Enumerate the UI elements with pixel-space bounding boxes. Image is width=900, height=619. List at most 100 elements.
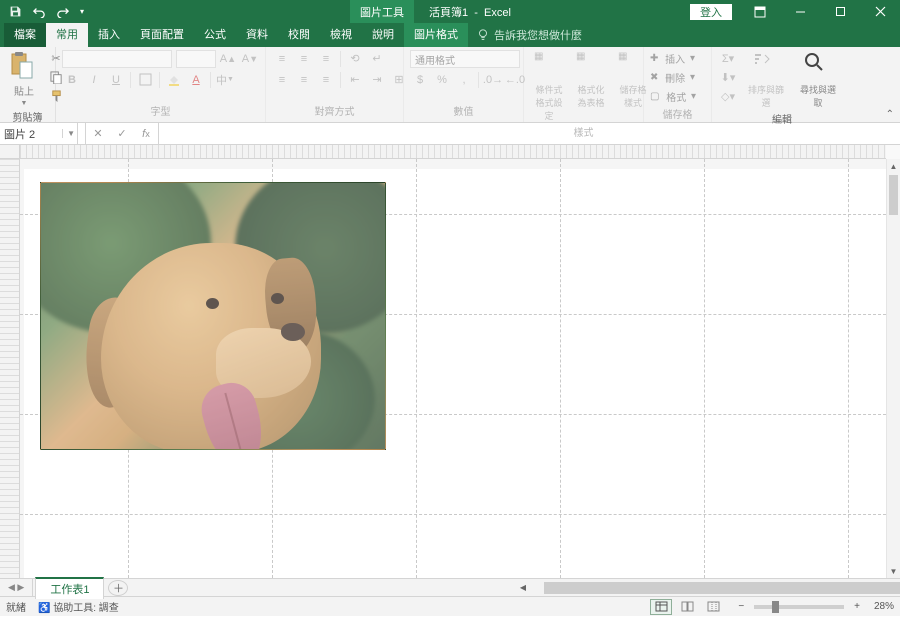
- insert-cells-button[interactable]: 插入: [665, 51, 685, 66]
- tell-me-label: 告訴我您想做什麼: [494, 27, 582, 43]
- align-center-button[interactable]: ≡: [294, 71, 314, 89]
- align-left-button[interactable]: ≡: [272, 71, 292, 89]
- zoom-slider[interactable]: [754, 605, 844, 609]
- cell-styles-button[interactable]: ▦儲存格樣式: [614, 49, 652, 111]
- new-sheet-button[interactable]: ＋: [108, 580, 128, 596]
- delete-cells-button[interactable]: 刪除: [665, 70, 685, 85]
- format-cells-button[interactable]: 格式: [666, 89, 686, 104]
- normal-view-button[interactable]: [650, 599, 672, 615]
- format-as-table-button[interactable]: ▦格式化為表格: [572, 49, 610, 111]
- cut-button[interactable]: ✂: [46, 49, 66, 67]
- wrap-text-button[interactable]: ↵: [367, 50, 387, 68]
- align-right-button[interactable]: ≡: [316, 71, 336, 89]
- decrease-indent-button[interactable]: ⇤: [345, 71, 365, 89]
- zoom-slider-handle[interactable]: [772, 601, 779, 613]
- sheet-nav[interactable]: ◀ ▶: [0, 579, 33, 596]
- tell-me-search[interactable]: 告訴我您想做什麼: [468, 23, 590, 47]
- ribbon-display-options-button[interactable]: [740, 0, 780, 23]
- horizontal-ruler: [20, 145, 886, 159]
- conditional-formatting-button[interactable]: ▦條件式格式設定: [530, 49, 568, 124]
- find-select-button[interactable]: 尋找與選取: [794, 49, 842, 111]
- align-top-button[interactable]: ≡: [272, 50, 292, 68]
- sort-filter-icon: [751, 51, 781, 81]
- tab-data[interactable]: 資料: [236, 22, 278, 47]
- autosum-button[interactable]: Σ▾: [718, 49, 738, 67]
- maximize-button[interactable]: [820, 0, 860, 23]
- save-button[interactable]: [4, 1, 26, 23]
- scroll-left-button[interactable]: ◀: [516, 581, 530, 595]
- comma-format-button[interactable]: ,: [454, 71, 474, 89]
- tab-file[interactable]: 檔案: [4, 22, 46, 47]
- paste-button[interactable]: 貼上 ▼: [6, 49, 42, 109]
- tab-picture-format[interactable]: 圖片格式: [404, 22, 468, 47]
- number-format-dropdown[interactable]: 通用格式: [410, 50, 520, 68]
- name-box[interactable]: 圖片 2 ▼: [0, 123, 78, 144]
- align-bottom-button[interactable]: ≡: [316, 50, 336, 68]
- align-middle-button[interactable]: ≡: [294, 50, 314, 68]
- merge-button[interactable]: ⊞: [389, 71, 409, 89]
- zoom-out-button[interactable]: −: [738, 601, 744, 612]
- tab-home[interactable]: 常用: [46, 22, 88, 47]
- zoom-level[interactable]: 28%: [864, 601, 894, 612]
- magnifier-icon: [803, 51, 833, 81]
- italic-button[interactable]: I: [84, 71, 104, 89]
- redo-button[interactable]: [52, 1, 74, 23]
- horizontal-scroll-thumb[interactable]: [544, 582, 900, 594]
- sign-in-button[interactable]: 登入: [690, 4, 732, 20]
- qat-customize-button[interactable]: ▾: [76, 1, 88, 23]
- insert-function-button[interactable]: fx: [134, 123, 158, 144]
- status-bar: 就緒 ♿ 協助工具: 調查 − + 28%: [0, 596, 900, 616]
- enter-formula-button[interactable]: ✓: [110, 123, 134, 144]
- orientation-button[interactable]: ⟲: [345, 50, 365, 68]
- tab-view[interactable]: 檢視: [320, 22, 362, 47]
- zoom-in-button[interactable]: +: [854, 601, 860, 612]
- fill-color-button[interactable]: [164, 71, 184, 89]
- accessibility-status[interactable]: ♿ 協助工具: 調查: [38, 599, 119, 614]
- cancel-formula-button[interactable]: ✕: [86, 123, 110, 144]
- close-button[interactable]: [860, 0, 900, 23]
- vertical-scrollbar[interactable]: ▲ ▼: [886, 159, 900, 578]
- clear-button[interactable]: ◇▾: [718, 87, 738, 105]
- phonetic-button[interactable]: 中▼: [215, 71, 235, 89]
- increase-decimal-button[interactable]: .0→: [483, 71, 503, 89]
- decrease-decimal-button[interactable]: ←.0: [505, 71, 525, 89]
- decrease-font-button[interactable]: A▼: [240, 50, 260, 68]
- worksheet-canvas[interactable]: [20, 159, 886, 578]
- fill-button[interactable]: ⬇▾: [718, 68, 738, 86]
- tab-page-layout[interactable]: 頁面配置: [130, 22, 194, 47]
- tab-review[interactable]: 校閱: [278, 22, 320, 47]
- minimize-button[interactable]: [780, 0, 820, 23]
- font-color-button[interactable]: A: [186, 71, 206, 89]
- sheet-tab-1[interactable]: 工作表1: [35, 577, 104, 599]
- copy-button[interactable]: [46, 68, 66, 86]
- window-title: 活頁簿1 - Excel: [389, 4, 511, 20]
- status-ready: 就緒: [6, 599, 26, 614]
- scroll-up-button[interactable]: ▲: [887, 159, 900, 173]
- page-break-view-button[interactable]: [702, 599, 724, 615]
- tab-formulas[interactable]: 公式: [194, 22, 236, 47]
- cells-insert-icon: ✚: [650, 53, 658, 64]
- inserted-picture[interactable]: [40, 182, 386, 450]
- cells-group-label: 儲存格: [650, 106, 705, 123]
- name-box-dropdown-icon[interactable]: ▼: [62, 129, 75, 138]
- scroll-down-button[interactable]: ▼: [887, 564, 900, 578]
- horizontal-scrollbar[interactable]: ◀ ▶: [516, 581, 886, 594]
- tab-insert[interactable]: 插入: [88, 22, 130, 47]
- tab-help[interactable]: 說明: [362, 22, 404, 47]
- collapse-ribbon-button[interactable]: ⌃: [886, 109, 894, 120]
- quick-access-toolbar: ▾: [0, 1, 88, 23]
- sort-filter-button[interactable]: 排序與篩選: [742, 49, 790, 111]
- select-all-corner[interactable]: [0, 145, 20, 159]
- undo-button[interactable]: [28, 1, 50, 23]
- increase-indent-button[interactable]: ⇥: [367, 71, 387, 89]
- cells-delete-icon: ✖: [650, 72, 658, 83]
- vertical-scroll-thumb[interactable]: [889, 175, 898, 215]
- page-layout-view-button[interactable]: [676, 599, 698, 615]
- underline-button[interactable]: U: [106, 71, 126, 89]
- format-painter-button[interactable]: [46, 87, 66, 105]
- paste-label: 貼上: [14, 83, 34, 98]
- border-button[interactable]: [135, 71, 155, 89]
- accounting-format-button[interactable]: $: [410, 71, 430, 89]
- percent-format-button[interactable]: %: [432, 71, 452, 89]
- increase-font-button[interactable]: A▲: [218, 50, 238, 68]
